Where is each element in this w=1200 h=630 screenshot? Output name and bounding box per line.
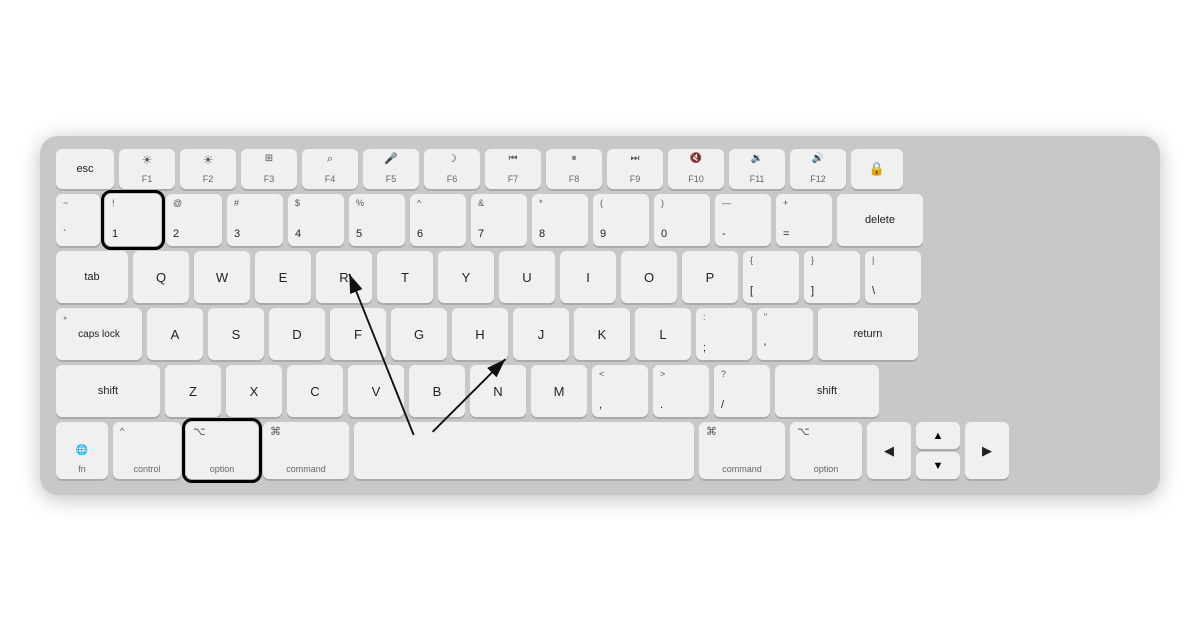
qwerty-row: tab Q W E R T Y U I O P { [ } ] | \ <box>56 251 1144 303</box>
key-lock[interactable]: 🔒 <box>851 149 903 189</box>
key-o[interactable]: O <box>621 251 677 303</box>
fn-row: esc ☀ F1 ☀ F2 ⊞ F3 ⌕ F4 🎤 F5 ☽ <box>56 149 1144 189</box>
key-q[interactable]: Q <box>133 251 189 303</box>
key-shift-right[interactable]: shift <box>775 365 879 417</box>
keyboard: esc ☀ F1 ☀ F2 ⊞ F3 ⌕ F4 🎤 F5 ☽ <box>40 135 1160 495</box>
key-arrow-down[interactable]: ▼ <box>916 452 960 479</box>
key-4[interactable]: $ 4 <box>288 194 344 246</box>
key-command-right[interactable]: ⌘ command <box>699 422 785 479</box>
key-f11[interactable]: 🔉 F11 <box>729 149 785 189</box>
arrow-ud-container: ▲ ▼ <box>916 422 960 479</box>
key-esc[interactable]: esc <box>56 149 114 189</box>
key-f[interactable]: F <box>330 308 386 360</box>
num-row: ~ ` ! 1 @ 2 # 3 $ 4 % 5 <box>56 194 1144 246</box>
key-arrow-up[interactable]: ▲ <box>916 422 960 449</box>
key-5[interactable]: % 5 <box>349 194 405 246</box>
key-0[interactable]: ) 0 <box>654 194 710 246</box>
key-w[interactable]: W <box>194 251 250 303</box>
key-k[interactable]: K <box>574 308 630 360</box>
key-f1[interactable]: ☀ F1 <box>119 149 175 189</box>
key-f4[interactable]: ⌕ F4 <box>302 149 358 189</box>
key-2[interactable]: @ 2 <box>166 194 222 246</box>
key-p[interactable]: P <box>682 251 738 303</box>
key-i[interactable]: I <box>560 251 616 303</box>
key-x[interactable]: X <box>226 365 282 417</box>
key-f3[interactable]: ⊞ F3 <box>241 149 297 189</box>
keyboard-rows: esc ☀ F1 ☀ F2 ⊞ F3 ⌕ F4 🎤 F5 ☽ <box>56 149 1144 479</box>
key-d[interactable]: D <box>269 308 325 360</box>
key-y[interactable]: Y <box>438 251 494 303</box>
key-g[interactable]: G <box>391 308 447 360</box>
key-3[interactable]: # 3 <box>227 194 283 246</box>
key-c[interactable]: C <box>287 365 343 417</box>
key-m[interactable]: M <box>531 365 587 417</box>
key-l[interactable]: L <box>635 308 691 360</box>
key-f5[interactable]: 🎤 F5 <box>363 149 419 189</box>
key-delete[interactable]: delete <box>837 194 923 246</box>
key-equals[interactable]: + = <box>776 194 832 246</box>
key-s[interactable]: S <box>208 308 264 360</box>
key-z[interactable]: Z <box>165 365 221 417</box>
key-f10[interactable]: 🔇 F10 <box>668 149 724 189</box>
key-j[interactable]: J <box>513 308 569 360</box>
key-f8[interactable]: ⏸ F8 <box>546 149 602 189</box>
key-fn[interactable]: 🌐 fn <box>56 422 108 479</box>
key-9[interactable]: ( 9 <box>593 194 649 246</box>
key-return[interactable]: return <box>818 308 918 360</box>
key-b[interactable]: B <box>409 365 465 417</box>
key-6[interactable]: ^ 6 <box>410 194 466 246</box>
key-comma[interactable]: < , <box>592 365 648 417</box>
key-control[interactable]: ^ control <box>113 422 181 479</box>
key-n[interactable]: N <box>470 365 526 417</box>
key-arrow-right[interactable]: ▶ <box>965 422 1009 479</box>
zxcv-row: shift Z X C V B N M < , > . ? / shift <box>56 365 1144 417</box>
key-r[interactable]: R <box>316 251 372 303</box>
key-u[interactable]: U <box>499 251 555 303</box>
key-backslash[interactable]: | \ <box>865 251 921 303</box>
key-option-left[interactable]: ⌥ option <box>186 422 258 479</box>
key-semicolon[interactable]: : ; <box>696 308 752 360</box>
key-command-left[interactable]: ⌘ command <box>263 422 349 479</box>
key-7[interactable]: & 7 <box>471 194 527 246</box>
key-shift-left[interactable]: shift <box>56 365 160 417</box>
key-space[interactable] <box>354 422 694 479</box>
key-minus[interactable]: — - <box>715 194 771 246</box>
key-f2[interactable]: ☀ F2 <box>180 149 236 189</box>
key-f6[interactable]: ☽ F6 <box>424 149 480 189</box>
key-8[interactable]: * 8 <box>532 194 588 246</box>
key-period[interactable]: > . <box>653 365 709 417</box>
bottom-row: 🌐 fn ^ control ⌥ option ⌘ command ⌘ comm… <box>56 422 1144 479</box>
key-quote[interactable]: " ' <box>757 308 813 360</box>
key-tab[interactable]: tab <box>56 251 128 303</box>
key-bracket-left[interactable]: { [ <box>743 251 799 303</box>
key-e[interactable]: E <box>255 251 311 303</box>
key-slash[interactable]: ? / <box>714 365 770 417</box>
key-capslock[interactable]: ● caps lock <box>56 308 142 360</box>
key-v[interactable]: V <box>348 365 404 417</box>
key-f7[interactable]: ⏮ F7 <box>485 149 541 189</box>
key-bracket-right[interactable]: } ] <box>804 251 860 303</box>
key-option-right[interactable]: ⌥ option <box>790 422 862 479</box>
key-tilde[interactable]: ~ ` <box>56 194 100 246</box>
key-a[interactable]: A <box>147 308 203 360</box>
key-h[interactable]: H <box>452 308 508 360</box>
key-t[interactable]: T <box>377 251 433 303</box>
asdf-row: ● caps lock A S D F G H J K L : ; " ' re… <box>56 308 1144 360</box>
key-f12[interactable]: 🔊 F12 <box>790 149 846 189</box>
key-f9[interactable]: ⏭ F9 <box>607 149 663 189</box>
key-arrow-left[interactable]: ◀ <box>867 422 911 479</box>
key-1[interactable]: ! 1 <box>105 194 161 246</box>
